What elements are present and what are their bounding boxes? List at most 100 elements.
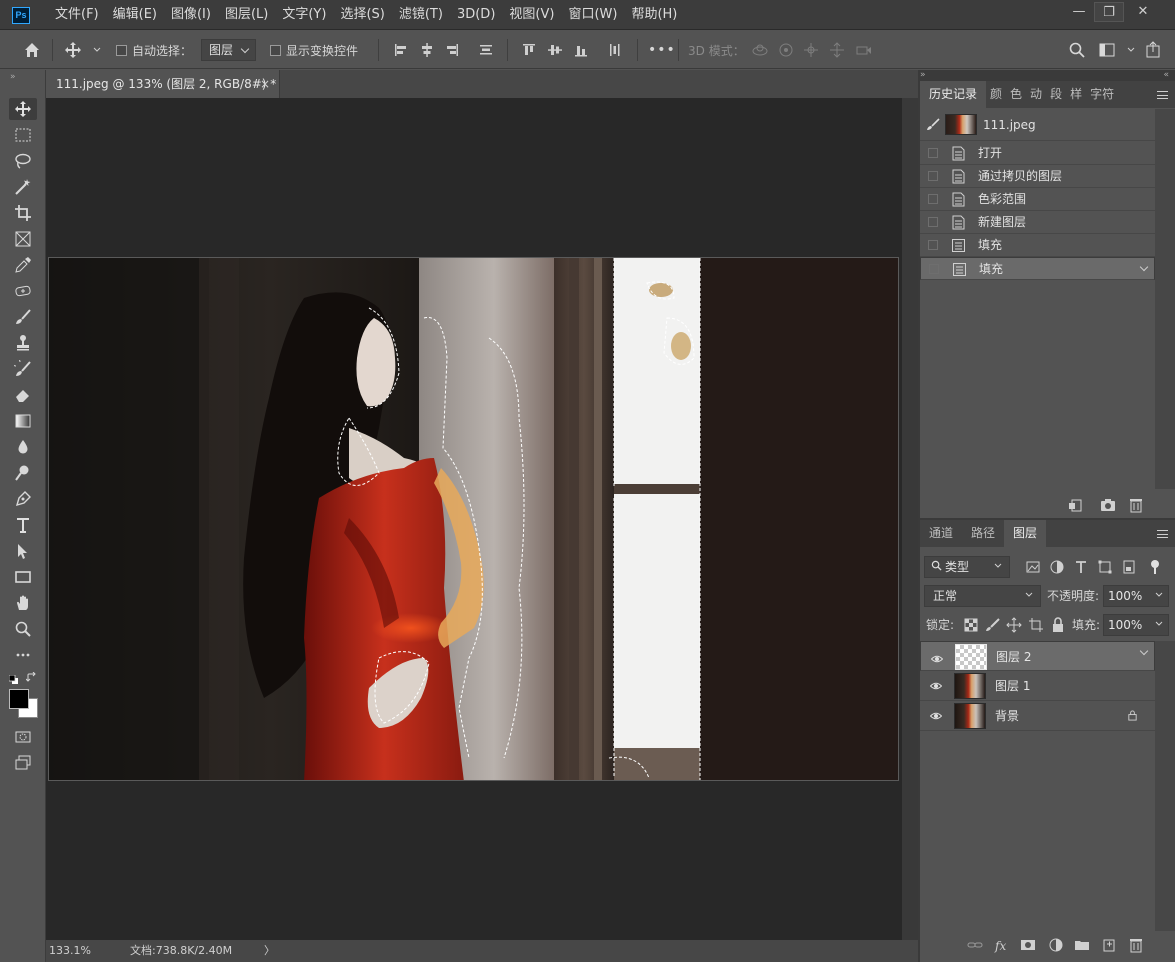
vertical-scrollbar[interactable] (902, 98, 918, 940)
3d-slide-icon[interactable] (828, 41, 846, 59)
distribute-icon[interactable] (477, 41, 495, 59)
zoom-tool-icon[interactable] (9, 618, 37, 640)
crop-tool-icon[interactable] (9, 202, 37, 224)
history-state[interactable]: 色彩范围 (920, 188, 1155, 211)
status-menu-arrow[interactable]: 〉 (264, 942, 275, 960)
tab-layers[interactable]: 图层 (1004, 520, 1047, 547)
history-brush-source-checkbox[interactable] (928, 194, 938, 204)
tab-paragraph[interactable]: 段 (1046, 81, 1066, 108)
move-tool-icon[interactable] (64, 41, 82, 59)
workspace-chevron-icon[interactable] (1122, 41, 1135, 59)
history-brush-source-checkbox[interactable] (929, 264, 939, 274)
history-state[interactable]: 打开 (920, 142, 1155, 165)
pen-tool-icon[interactable] (9, 488, 37, 510)
history-brush-source-icon[interactable] (926, 118, 940, 132)
tab-swatches[interactable]: 色 (1006, 81, 1026, 108)
swap-colors-icon[interactable] (25, 671, 37, 683)
home-icon[interactable] (23, 41, 41, 59)
opacity-input[interactable]: 100% (1103, 585, 1169, 607)
layers-panel-menu-icon[interactable] (1157, 530, 1168, 538)
delete-state-icon[interactable] (1128, 497, 1144, 513)
filter-type-icon[interactable] (1073, 559, 1089, 575)
history-state[interactable]: 填充 (920, 234, 1155, 257)
history-scrollbar[interactable] (1155, 109, 1175, 489)
healing-brush-tool-icon[interactable] (9, 280, 37, 302)
filter-adjustment-icon[interactable] (1049, 559, 1065, 575)
edit-toolbar-icon[interactable] (9, 644, 37, 666)
align-top-icon[interactable] (520, 41, 538, 59)
brush-tool-icon[interactable] (9, 306, 37, 328)
align-center-icon[interactable] (418, 41, 436, 59)
menu-filter[interactable]: 滤镜(T) (392, 0, 450, 30)
menu-help[interactable]: 帮助(H) (624, 0, 684, 30)
clone-stamp-tool-icon[interactable] (9, 332, 37, 354)
align-left-icon[interactable] (392, 41, 410, 59)
blur-tool-icon[interactable] (9, 436, 37, 458)
default-colors-icon[interactable] (8, 674, 19, 684)
marquee-tool-icon[interactable] (9, 124, 37, 146)
filter-smart-object-icon[interactable] (1121, 559, 1137, 575)
move-tool-icon[interactable] (9, 98, 37, 120)
tab-channels[interactable]: 通道 (920, 520, 962, 547)
lock-artboard-icon[interactable] (1028, 617, 1044, 633)
history-state[interactable]: 通过拷贝的图层 (920, 165, 1155, 188)
lasso-tool-icon[interactable] (9, 150, 37, 172)
adjustment-layer-icon[interactable] (1048, 937, 1064, 953)
distribute-vertical-icon[interactable] (606, 41, 624, 59)
history-state[interactable]: 新建图层 (920, 211, 1155, 234)
auto-select-checkbox[interactable]: 自动选择： (116, 31, 192, 69)
collapse-panels-left-icon[interactable]: » (920, 70, 926, 80)
chevron-down-icon[interactable] (88, 41, 101, 59)
3d-camera-icon[interactable] (855, 41, 873, 59)
close-tab-icon[interactable]: × (260, 70, 276, 98)
menu-file[interactable]: 文件(F) (48, 0, 106, 30)
type-tool-icon[interactable] (9, 514, 37, 536)
lock-image-pixels-icon[interactable] (985, 617, 1001, 633)
foreground-color-swatch[interactable] (9, 689, 29, 709)
menu-edit[interactable]: 编辑(E) (106, 0, 164, 30)
tab-styles[interactable]: 样 (1066, 81, 1086, 108)
hand-tool-icon[interactable] (9, 592, 37, 614)
opacity-chevron-icon[interactable] (1154, 588, 1164, 605)
menu-image[interactable]: 图像(I) (164, 0, 218, 30)
fill-chevron-icon[interactable] (1154, 617, 1164, 634)
delete-layer-icon[interactable] (1128, 937, 1144, 953)
layer-effects-icon[interactable]: fx (994, 937, 1010, 953)
quick-mask-icon[interactable] (9, 726, 37, 748)
history-snapshot[interactable]: 111.jpeg (920, 109, 1155, 141)
show-transform-checkbox[interactable]: 显示变换控件 (270, 31, 358, 69)
visibility-eye-icon[interactable] (930, 651, 944, 663)
frame-tool-icon[interactable] (9, 228, 37, 250)
workspace-icon[interactable] (1098, 41, 1116, 59)
align-right-icon[interactable] (443, 41, 461, 59)
3d-orbit-icon[interactable] (751, 41, 769, 59)
tab-paths[interactable]: 路径 (962, 520, 1004, 547)
new-document-from-state-icon[interactable] (1068, 497, 1084, 513)
rectangle-tool-icon[interactable] (9, 566, 37, 588)
visibility-eye-icon[interactable] (929, 680, 943, 692)
new-group-icon[interactable] (1074, 937, 1090, 953)
screen-mode-icon[interactable] (9, 752, 37, 774)
align-bottom-icon[interactable] (572, 41, 590, 59)
tab-actions[interactable]: 动 (1026, 81, 1046, 108)
lock-all-icon[interactable] (1050, 617, 1066, 633)
layer-filter-dropdown[interactable]: 类型 (924, 556, 1010, 578)
collapse-panels-right-icon[interactable]: « (1163, 70, 1169, 80)
fill-input[interactable]: 100% (1103, 614, 1169, 636)
path-selection-tool-icon[interactable] (9, 540, 37, 562)
more-options-button[interactable]: ••• (648, 31, 676, 69)
gradient-tool-icon[interactable] (9, 410, 37, 432)
filter-shape-icon[interactable] (1097, 559, 1113, 575)
zoom-level[interactable]: 133.1% (49, 942, 91, 960)
collapse-toolbar-icon[interactable]: » (10, 72, 16, 82)
document-image[interactable] (48, 257, 899, 781)
blend-mode-dropdown[interactable]: 正常 (924, 585, 1041, 607)
history-brush-source-checkbox[interactable] (928, 148, 938, 158)
eyedropper-tool-icon[interactable] (9, 254, 37, 276)
visibility-eye-icon[interactable] (929, 710, 943, 722)
close-window-button[interactable]: ✕ (1128, 2, 1158, 22)
link-layers-icon[interactable] (967, 937, 983, 953)
menu-3d[interactable]: 3D(D) (450, 0, 502, 30)
filter-toggle-icon[interactable] (1150, 559, 1160, 575)
new-snapshot-icon[interactable] (1100, 497, 1116, 513)
